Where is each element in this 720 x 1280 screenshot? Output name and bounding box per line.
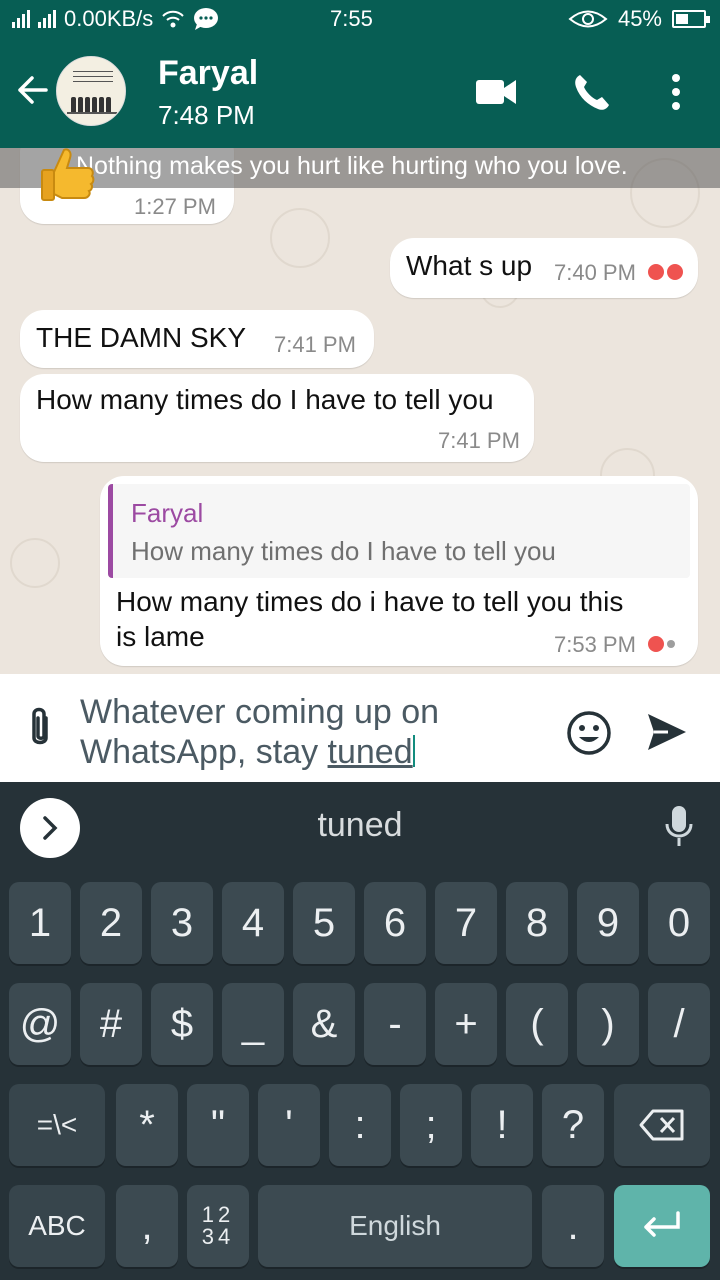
- quoted-text: How many times do I have to tell you: [131, 536, 556, 566]
- key-plus[interactable]: +: [435, 983, 497, 1065]
- microphone-icon[interactable]: [664, 804, 694, 848]
- key-asterisk[interactable]: *: [116, 1084, 178, 1166]
- key-ampersand[interactable]: &: [293, 983, 355, 1065]
- key-3[interactable]: 3: [151, 882, 213, 964]
- key-double-quote[interactable]: ": [187, 1084, 249, 1166]
- suggestion-word[interactable]: tuned: [260, 806, 460, 845]
- key-more-symbols[interactable]: =\<: [9, 1084, 105, 1166]
- back-arrow-icon[interactable]: [12, 70, 52, 110]
- incoming-message[interactable]: THE DAMN SKY 7:41 PM: [20, 310, 374, 368]
- message-time: 7:41 PM: [274, 332, 356, 357]
- key-open-paren[interactable]: (: [506, 983, 568, 1065]
- chat-header: Faryal 7:48 PM: [0, 36, 720, 148]
- profile-status-banner: Nothing makes you hurt like hurting who …: [0, 148, 720, 188]
- status-time: 7:55: [330, 6, 373, 31]
- key-6[interactable]: 6: [364, 882, 426, 964]
- battery-icon: [672, 10, 710, 28]
- key-1[interactable]: 1: [9, 882, 71, 964]
- suggestion-strip: tuned: [0, 782, 720, 872]
- message-time: 7:53 PM: [554, 632, 636, 657]
- key-exclamation[interactable]: !: [471, 1084, 533, 1166]
- phone-call-icon[interactable]: [572, 72, 612, 112]
- send-icon[interactable]: [646, 712, 688, 752]
- outgoing-reply-message[interactable]: Faryal How many times do I have to tell …: [100, 476, 698, 666]
- enter-icon: [644, 1211, 680, 1237]
- keyboard: tuned 1 2 3 4 5 6 7 8 9 0 @ # $ _ & - + …: [0, 782, 720, 1280]
- chat-bubble-icon: [194, 8, 219, 30]
- eye-icon: [568, 10, 608, 28]
- key-abc[interactable]: ABC: [9, 1185, 105, 1267]
- signal-icon: [38, 10, 56, 28]
- message-time: 1:27 PM: [134, 194, 216, 219]
- message-text: What s up: [406, 250, 533, 281]
- incoming-message[interactable]: How many times do I have to tell you 7:4…: [20, 374, 534, 462]
- key-hash[interactable]: #: [80, 983, 142, 1065]
- message-text: How many times do I have to tell you: [36, 384, 494, 415]
- key-7[interactable]: 7: [435, 882, 497, 964]
- sent-status-icon: [648, 636, 675, 652]
- text-caret: [412, 735, 415, 767]
- outgoing-message[interactable]: What s up 7:40 PM: [390, 238, 698, 298]
- chevron-right-icon: [43, 816, 58, 840]
- key-colon[interactable]: :: [329, 1084, 391, 1166]
- read-ticks-icon: [648, 264, 683, 280]
- key-close-paren[interactable]: ): [577, 983, 639, 1065]
- message-text-line1: How many times do i have to tell you thi…: [116, 586, 624, 617]
- message-text: THE DAMN SKY: [36, 322, 247, 353]
- key-dollar[interactable]: $: [151, 983, 213, 1065]
- more-vert-icon[interactable]: [664, 72, 688, 112]
- backspace-key[interactable]: [614, 1084, 710, 1166]
- message-time: 7:41 PM: [438, 428, 520, 453]
- network-speed: 0.00KB/s: [64, 6, 154, 31]
- contact-name[interactable]: Faryal: [158, 54, 258, 93]
- thumbs-up-emoji: [41, 148, 95, 201]
- key-at[interactable]: @: [9, 983, 71, 1065]
- battery-percent: 45%: [617, 6, 662, 31]
- numpad-label-bottom: 34: [201, 1224, 235, 1249]
- key-2[interactable]: 2: [80, 882, 142, 964]
- key-single-quote[interactable]: ': [258, 1084, 320, 1166]
- key-slash[interactable]: /: [648, 983, 710, 1065]
- key-0[interactable]: 0: [648, 882, 710, 964]
- key-5[interactable]: 5: [293, 882, 355, 964]
- backspace-icon: [639, 1109, 684, 1141]
- attach-icon[interactable]: [22, 704, 58, 752]
- message-input[interactable]: Whatever coming up on WhatsApp, stay tun…: [80, 692, 550, 772]
- key-numpad[interactable]: 12 34: [187, 1185, 249, 1267]
- message-text-line2: is lame: [116, 621, 205, 652]
- chat-area[interactable]: 1:27 PM What s up 7:40 PM THE DAMN SKY 7…: [0, 148, 720, 674]
- key-9[interactable]: 9: [577, 882, 639, 964]
- message-input-bar: Whatever coming up on WhatsApp, stay tun…: [0, 674, 720, 782]
- key-semicolon[interactable]: ;: [400, 1084, 462, 1166]
- wifi-icon: [162, 10, 184, 28]
- enter-key[interactable]: [614, 1185, 710, 1267]
- last-seen: 7:48 PM: [158, 100, 255, 130]
- numpad-label-top: 12: [201, 1202, 235, 1227]
- key-8[interactable]: 8: [506, 882, 568, 964]
- key-underscore[interactable]: _: [222, 983, 284, 1065]
- space-bar[interactable]: English: [258, 1185, 532, 1267]
- expand-toolbar-button[interactable]: [20, 798, 80, 858]
- key-period[interactable]: .: [542, 1185, 604, 1267]
- signal-icon: [12, 10, 30, 28]
- status-bar: 0.00KB/s 7:55 45%: [0, 0, 720, 36]
- quoted-message[interactable]: Faryal How many times do I have to tell …: [108, 484, 690, 578]
- key-comma[interactable]: ,: [116, 1185, 178, 1267]
- message-time: 7:40 PM: [554, 260, 636, 285]
- input-composing-word: tuned: [327, 733, 413, 771]
- emoji-icon[interactable]: [566, 710, 612, 756]
- key-minus[interactable]: -: [364, 983, 426, 1065]
- quoted-sender: Faryal: [131, 498, 204, 528]
- video-call-icon[interactable]: [474, 72, 518, 112]
- avatar[interactable]: [56, 56, 126, 126]
- key-question[interactable]: ?: [542, 1084, 604, 1166]
- key-4[interactable]: 4: [222, 882, 284, 964]
